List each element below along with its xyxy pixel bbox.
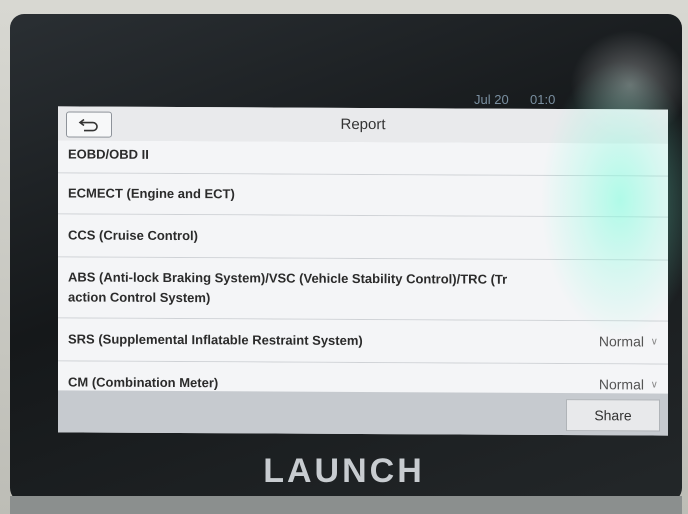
- title-bar: Report: [58, 106, 668, 145]
- status-value: Normal: [598, 376, 644, 393]
- report-screen: Report EOBD/OBD II ECMECT (Engine and EC…: [58, 106, 668, 436]
- device-bottom-edge: [10, 496, 682, 514]
- row-label-line2: action Control System): [68, 289, 211, 306]
- status-value: Normal: [598, 333, 644, 350]
- list-item[interactable]: CM (Combination Meter) Normal ∨: [58, 361, 668, 394]
- list-item[interactable]: ECMECT (Engine and ECT): [58, 173, 668, 218]
- chevron-down-icon[interactable]: ∨: [651, 380, 658, 391]
- chevron-down-icon[interactable]: ∨: [651, 337, 658, 348]
- status-time: 01:0: [530, 92, 556, 107]
- list-item[interactable]: ABS (Anti-lock Braking System)/VSC (Vehi…: [58, 257, 668, 322]
- row-label: ECMECT (Engine and ECT): [68, 185, 235, 202]
- row-label: SRS (Supplemental Inflatable Restraint S…: [68, 331, 363, 348]
- share-button[interactable]: Share: [566, 399, 660, 432]
- status-bar: Jul 20 01:0: [60, 86, 670, 108]
- footer-bar: Share: [58, 390, 668, 436]
- page-title: Report: [340, 115, 386, 134]
- system-list: EOBD/OBD II ECMECT (Engine and ECT) CCS …: [58, 140, 668, 394]
- list-item[interactable]: SRS (Supplemental Inflatable Restraint S…: [58, 318, 668, 365]
- row-label-line1: ABS (Anti-lock Braking System)/VSC (Vehi…: [68, 269, 508, 287]
- row-label: EOBD/OBD II: [68, 146, 149, 162]
- row-label: CCS (Cruise Control): [68, 227, 198, 244]
- brand-logo: LAUNCH: [263, 452, 425, 490]
- status-date: Jul 20: [474, 92, 509, 107]
- list-item[interactable]: EOBD/OBD II: [58, 140, 668, 177]
- list-item[interactable]: CCS (Cruise Control): [58, 214, 668, 261]
